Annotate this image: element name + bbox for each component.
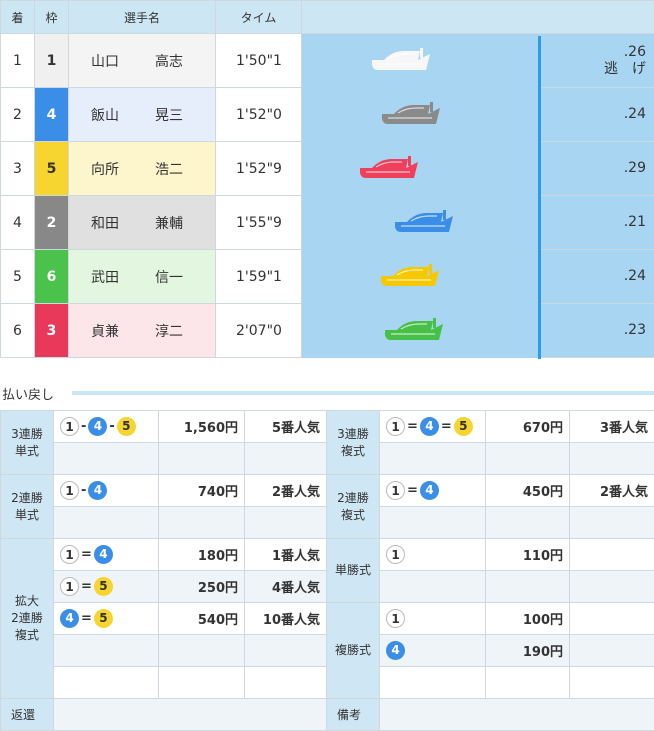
- frame-number: 6: [34, 249, 69, 304]
- racer-name: 武田 信一: [68, 249, 216, 304]
- bet-type-kakudai: 拡大 2連勝 複式: [0, 538, 54, 699]
- combo-sanrentan: 1-4-5: [53, 410, 159, 443]
- remarks-label: 備考: [326, 698, 380, 731]
- course-visual: [301, 141, 540, 196]
- popularity: 4番人気: [244, 570, 327, 603]
- racer-name: 向所 浩二: [68, 141, 216, 196]
- amount: 1,560円: [158, 410, 245, 443]
- result-row: 6 3 貞兼 淳二 2'07"0 .23: [0, 303, 654, 358]
- bet-type-tansho: 単勝式: [326, 538, 380, 603]
- frame-number: 2: [34, 195, 69, 250]
- frame-number: 1: [34, 33, 69, 88]
- combo-fukusho-1: 1: [379, 602, 486, 635]
- result-row: 3 5 向所 浩二 1'52"9 .29: [0, 141, 654, 196]
- place: 5: [0, 249, 35, 304]
- payout-table: 3連勝 単式 1-4-5 1,560円 5番人気 3連勝 複式 1 = 4 = 5 670円…: [0, 410, 654, 731]
- race-time: 1'52"9: [215, 141, 302, 196]
- header-place: 着: [0, 0, 35, 34]
- popularity: 10番人気: [244, 602, 327, 635]
- race-time: 1'59"1: [215, 249, 302, 304]
- race-result-table: 着 枠 選手名 タイム 1 1 山口 高志 1'50"1.26 逃 げ 2 4 飯山 晃三 1'52…: [0, 0, 654, 358]
- race-time: 2'07"0: [215, 303, 302, 358]
- bet-type-nirentan: 2連勝 単式: [0, 474, 54, 539]
- place: 1: [0, 33, 35, 88]
- refund-label: 返還: [0, 698, 54, 731]
- amount: 190円: [485, 634, 570, 667]
- racer-name: 山口 高志: [68, 33, 216, 88]
- place: 3: [0, 141, 35, 196]
- start-timing: .24: [539, 87, 654, 142]
- amount: 450円: [485, 474, 570, 507]
- amount: 740円: [158, 474, 245, 507]
- result-row: 2 4 飯山 晃三 1'52"0 .24: [0, 87, 654, 142]
- start-timing: .23: [539, 303, 654, 358]
- racer-name: 飯山 晃三: [68, 87, 216, 142]
- popularity: 1番人気: [244, 538, 327, 571]
- bet-type-fukusho: 複勝式: [326, 602, 380, 699]
- header-name: 選手名: [68, 0, 216, 34]
- result-row: 1 1 山口 高志 1'50"1.26 逃 げ: [0, 33, 654, 88]
- amount: 110円: [485, 538, 570, 571]
- popularity: 2番人気: [244, 474, 327, 507]
- start-timing: .29: [539, 141, 654, 196]
- header-course: [301, 0, 654, 34]
- boat-icon: [358, 156, 420, 182]
- amount: 100円: [485, 602, 570, 635]
- place: 4: [0, 195, 35, 250]
- boat-icon: [379, 264, 441, 290]
- bet-type-sanrenpuku: 3連勝 複式: [326, 410, 380, 475]
- boat-icon: [383, 318, 445, 344]
- frame-number: 5: [34, 141, 69, 196]
- amount: 540円: [158, 602, 245, 635]
- race-time: 1'55"9: [215, 195, 302, 250]
- popularity: 5番人気: [244, 410, 327, 443]
- bet-type-sanrentan: 3連勝 単式: [0, 410, 54, 475]
- race-time: 1'50"1: [215, 33, 302, 88]
- amount: 670円: [485, 410, 570, 443]
- result-row: 5 6 武田 信一 1'59"1 .24: [0, 249, 654, 304]
- combo-kakudai-2: 1 = 5: [53, 570, 159, 603]
- place: 2: [0, 87, 35, 142]
- boat-icon: [393, 210, 455, 236]
- boat-icon: [380, 102, 442, 128]
- combo-fukusho-2: 4: [379, 634, 486, 667]
- boat-icon: [370, 48, 432, 74]
- result-row: 4 2 和田 兼輔 1'55"9 .21: [0, 195, 654, 250]
- header-frame: 枠: [34, 0, 69, 34]
- racer-name: 和田 兼輔: [68, 195, 216, 250]
- combo-sanrenpuku: 1 = 4 = 5: [379, 410, 486, 443]
- frame-number: 4: [34, 87, 69, 142]
- place: 6: [0, 303, 35, 358]
- combo-tansho: 1: [379, 538, 486, 571]
- payout-section-header: 払い戻し: [0, 381, 654, 403]
- popularity: 2番人気: [569, 474, 654, 507]
- combo-nirenpuku: 1 = 4: [379, 474, 486, 507]
- start-timing: .26 逃 げ: [539, 33, 654, 88]
- combo-kakudai-1: 1 = 4: [53, 538, 159, 571]
- section-divider: [72, 391, 654, 395]
- amount: 250円: [158, 570, 245, 603]
- start-timing: .21: [539, 195, 654, 250]
- combo-nirentan: 1-4: [53, 474, 159, 507]
- header-time: タイム: [215, 0, 302, 34]
- frame-number: 3: [34, 303, 69, 358]
- racer-name: 貞兼 淳二: [68, 303, 216, 358]
- combo-kakudai-3: 4 = 5: [53, 602, 159, 635]
- race-time: 1'52"0: [215, 87, 302, 142]
- course-line: [538, 36, 541, 359]
- amount: 180円: [158, 538, 245, 571]
- popularity: 3番人気: [569, 410, 654, 443]
- payout-title: 払い戻し: [2, 388, 55, 403]
- bet-type-nirenpuku: 2連勝 複式: [326, 474, 380, 539]
- start-timing: .24: [539, 249, 654, 304]
